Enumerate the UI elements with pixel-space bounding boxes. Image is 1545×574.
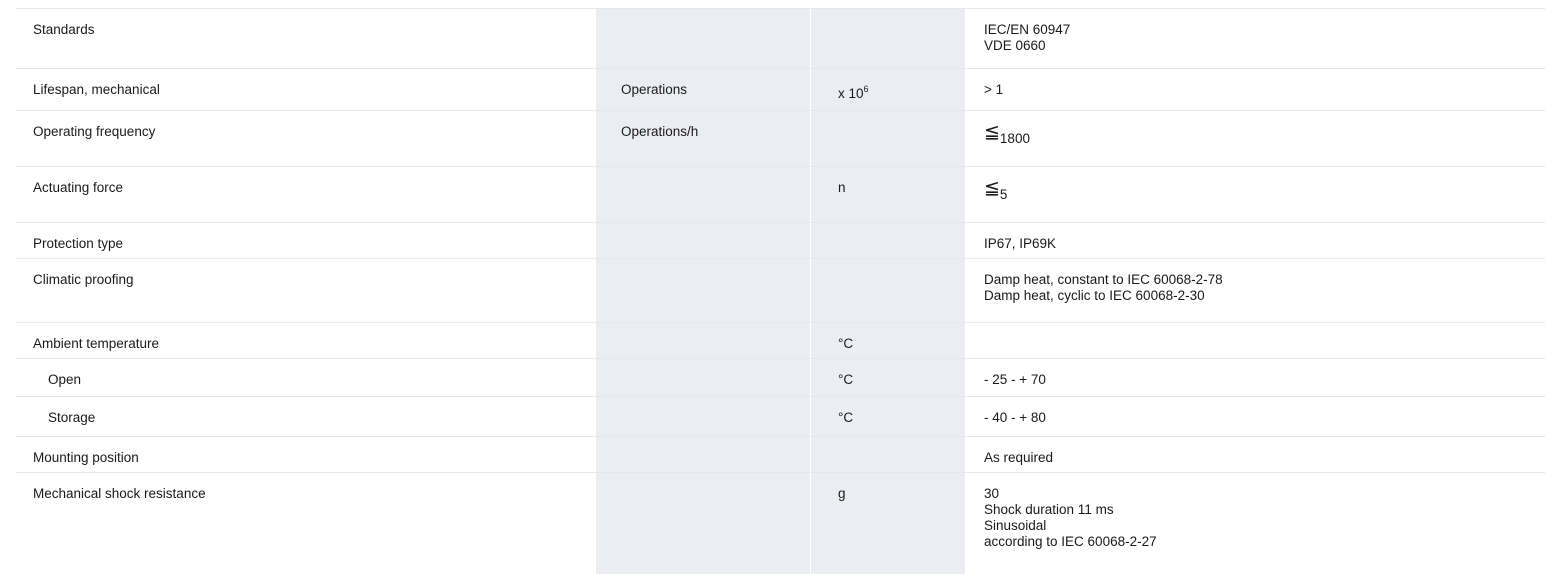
table-row: Ambient temperature °C xyxy=(16,323,1545,359)
row-unit: °C xyxy=(838,336,854,351)
row-name: Lifespan, mechanical xyxy=(33,82,160,97)
row-name: Actuating force xyxy=(33,180,124,195)
value-line: VDE 0660 xyxy=(984,38,1046,53)
value-subscript: 1800 xyxy=(999,131,1030,146)
table-row: Mounting position As required xyxy=(16,437,1545,473)
row-name: Protection type xyxy=(33,236,124,251)
less-equal-symbol: ≦ xyxy=(984,121,1000,143)
row-name: Operating frequency xyxy=(33,124,156,139)
row-name: Standards xyxy=(33,22,95,37)
value-line: Damp heat, cyclic to IEC 60068-2-30 xyxy=(984,288,1205,303)
row-value: IEC/EN 60947 VDE 0660 xyxy=(984,22,1070,54)
technical-spec-table: Standards IEC/EN 60947 VDE 0660 Lifespan… xyxy=(0,0,1545,574)
row-value: IP67, IP69K xyxy=(984,236,1057,251)
row-value: As required xyxy=(984,450,1054,465)
table-row: Actuating force n ≦5 xyxy=(16,167,1545,223)
value-line: IEC/EN 60947 xyxy=(984,22,1071,37)
row-quantity: Operations/h xyxy=(621,124,699,139)
table-row: Protection type IP67, IP69K xyxy=(16,223,1545,259)
row-value: - 40 - + 80 xyxy=(984,410,1046,425)
row-unit: g xyxy=(838,486,846,501)
value-line: Damp heat, constant to IEC 60068-2-78 xyxy=(984,272,1223,287)
table-row: Operating frequency Operations/h ≦1800 xyxy=(16,111,1545,167)
row-name: Mounting position xyxy=(33,450,139,465)
row-quantity: Operations xyxy=(621,82,688,97)
row-unit: n xyxy=(838,180,846,195)
value-line: Shock duration 11 ms xyxy=(984,502,1114,517)
row-value: Damp heat, constant to IEC 60068-2-78 Da… xyxy=(984,272,1223,304)
row-value: - 25 - + 70 xyxy=(984,372,1046,387)
table-row: Climatic proofing Damp heat, constant to… xyxy=(16,259,1545,323)
row-name: Mechanical shock resistance xyxy=(33,486,206,501)
value-subscript: 5 xyxy=(999,187,1008,202)
row-unit: x 106 xyxy=(838,84,869,102)
table-row: Mechanical shock resistance g 30 Shock d… xyxy=(16,473,1545,574)
row-name: Climatic proofing xyxy=(33,272,134,287)
row-value: ≦5 xyxy=(984,177,1007,203)
row-value: ≦1800 xyxy=(984,121,1030,147)
row-unit: °C xyxy=(838,410,854,425)
row-name: Open xyxy=(48,372,82,387)
row-value: 30 Shock duration 11 ms Sinusoidal accor… xyxy=(984,486,1157,550)
table-row: Open °C - 25 - + 70 xyxy=(16,359,1545,397)
value-line: Sinusoidal xyxy=(984,518,1047,533)
table-row: Lifespan, mechanical Operations x 106 > … xyxy=(16,69,1545,111)
value-line: 30 xyxy=(984,486,1000,501)
value-line: according to IEC 60068-2-27 xyxy=(984,534,1157,549)
row-name: Storage xyxy=(48,410,96,425)
unit-exponent: 6 xyxy=(863,84,869,94)
table-row: Storage °C - 40 - + 80 xyxy=(16,397,1545,437)
row-name: Ambient temperature xyxy=(33,336,160,351)
table-row: Standards IEC/EN 60947 VDE 0660 xyxy=(16,9,1545,69)
unit-base: x 10 xyxy=(838,86,864,101)
row-unit: °C xyxy=(838,372,854,387)
row-value: > 1 xyxy=(984,82,1004,97)
less-equal-symbol: ≦ xyxy=(984,177,1000,199)
